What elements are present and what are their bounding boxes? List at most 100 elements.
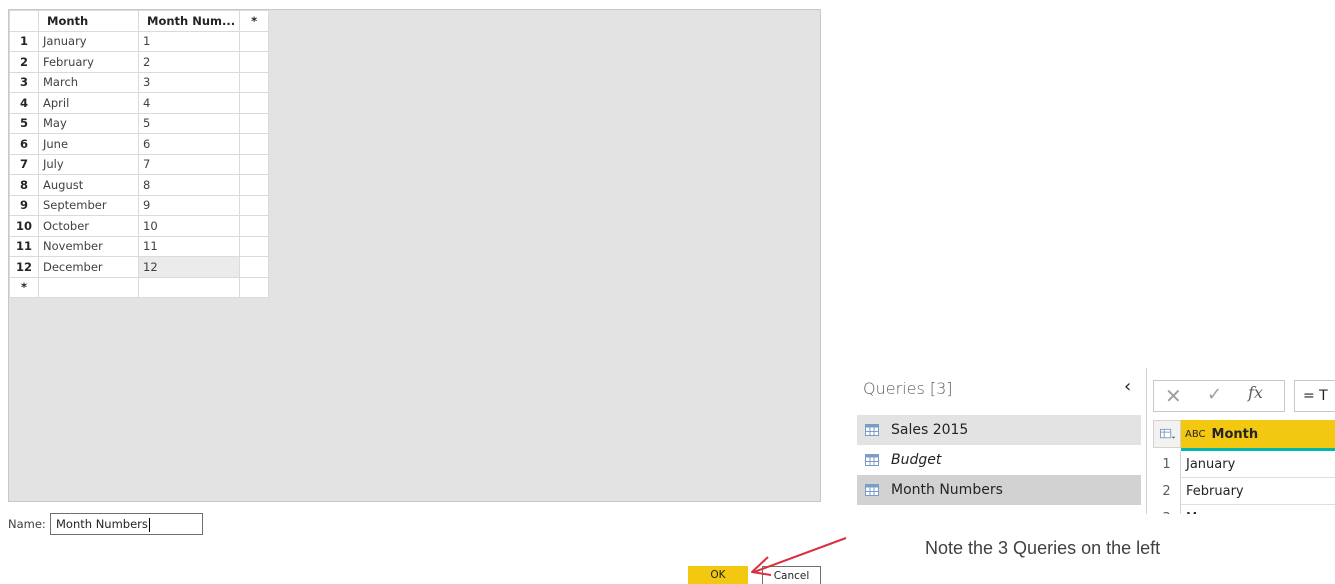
row-number[interactable]: 6 <box>9 133 39 155</box>
table-menu-icon <box>1160 428 1176 439</box>
queries-pane-title: Queries [3] <box>863 379 953 398</box>
column-header-label: Month <box>1211 426 1259 442</box>
table-cell[interactable]: January <box>1181 451 1335 478</box>
query-item-sales-2015[interactable]: Sales 2015 <box>857 415 1141 445</box>
text-type-icon[interactable]: ABC <box>1185 429 1206 440</box>
column-header-month-number[interactable]: Month Num... <box>137 10 241 32</box>
month-number-cell[interactable]: 10 <box>137 215 241 237</box>
month-cell[interactable]: January <box>38 30 139 52</box>
table-icon <box>865 424 879 436</box>
month-cell[interactable]: March <box>38 71 139 93</box>
table-menu-corner[interactable] <box>1153 420 1181 448</box>
corner-cell[interactable] <box>9 10 39 32</box>
power-query-inset: Queries [3] ‹ Sales 2015 Budget Month Nu… <box>857 368 1335 514</box>
empty-cell[interactable] <box>239 71 270 93</box>
name-label: Name: <box>8 517 46 531</box>
table-row: 3 March 3 <box>9 71 270 93</box>
formula-commit-icon[interactable]: ✓ <box>1207 384 1222 405</box>
new-row-marker[interactable]: * <box>9 276 39 298</box>
empty-cell[interactable] <box>239 194 270 216</box>
table-row: 7 July 7 <box>9 153 270 175</box>
table-icon <box>865 454 879 466</box>
month-number-cell[interactable]: 6 <box>137 133 241 155</box>
empty-cell[interactable] <box>239 153 270 175</box>
table-row: 1 January 1 <box>9 30 270 52</box>
month-number-cell[interactable]: 9 <box>137 194 241 216</box>
name-input-value: Month Numbers <box>56 517 148 531</box>
table-row: 10 October 10 <box>9 215 270 237</box>
table-row: 11 November 11 <box>9 235 270 257</box>
row-number: 2 <box>1153 478 1181 505</box>
empty-cell[interactable] <box>239 174 270 196</box>
empty-cell[interactable] <box>239 30 270 52</box>
query-item-month-numbers[interactable]: Month Numbers <box>857 475 1141 505</box>
new-row: * <box>9 276 270 298</box>
row-number[interactable]: 1 <box>9 30 39 52</box>
month-number-cell[interactable]: 12 <box>137 256 241 278</box>
empty-cell[interactable] <box>239 276 270 298</box>
month-cell[interactable]: September <box>38 194 139 216</box>
empty-cell[interactable] <box>239 215 270 237</box>
table-row: 12 December 12 <box>9 256 270 278</box>
table-row: 6 June 6 <box>9 133 270 155</box>
row-number[interactable]: 8 <box>9 174 39 196</box>
empty-cell[interactable] <box>239 256 270 278</box>
formula-cancel-icon[interactable]: ✕ <box>1165 384 1182 408</box>
month-cell[interactable]: December <box>38 256 139 278</box>
row-number[interactable]: 9 <box>9 194 39 216</box>
empty-cell[interactable] <box>239 51 270 73</box>
row-number[interactable]: 3 <box>9 71 39 93</box>
empty-cell[interactable] <box>239 133 270 155</box>
row-number[interactable]: 10 <box>9 215 39 237</box>
month-number-cell[interactable]: 8 <box>137 174 241 196</box>
month-number-cell[interactable]: 3 <box>137 71 241 93</box>
row-number[interactable]: 5 <box>9 112 39 134</box>
month-cell[interactable]: June <box>38 133 139 155</box>
month-number-cell[interactable]: 1 <box>137 30 241 52</box>
collapse-pane-chevron-icon[interactable]: ‹ <box>1124 376 1131 397</box>
name-input[interactable]: Month Numbers <box>50 513 203 535</box>
table-row: 5 May 5 <box>9 112 270 134</box>
table-row: 4 April 4 <box>9 92 270 114</box>
row-number: 1 <box>1153 451 1181 478</box>
column-header-month[interactable]: Month <box>38 10 139 32</box>
query-item-label: Month Numbers <box>891 482 1003 498</box>
month-cell[interactable]: April <box>38 92 139 114</box>
query-item-budget[interactable]: Budget <box>857 445 1141 475</box>
row-number: 3 <box>1153 505 1181 514</box>
row-number[interactable]: 2 <box>9 51 39 73</box>
row-number[interactable]: 7 <box>9 153 39 175</box>
month-number-cell[interactable]: 4 <box>137 92 241 114</box>
empty-cell[interactable] <box>239 112 270 134</box>
column-header-month-pq[interactable]: ABC Month <box>1181 420 1335 448</box>
table-header-row: Month Month Num... * <box>9 10 270 32</box>
data-entry-grid-panel: Month Month Num... * 1 January 1 2 February 2… <box>8 9 821 502</box>
empty-cell[interactable] <box>239 92 270 114</box>
table-icon <box>865 484 879 496</box>
month-cell[interactable]: February <box>38 51 139 73</box>
data-entry-table: Month Month Num... * 1 January 1 2 February 2… <box>9 10 270 298</box>
month-number-cell[interactable]: 11 <box>137 235 241 257</box>
empty-cell[interactable] <box>38 276 139 298</box>
month-cell[interactable]: November <box>38 235 139 257</box>
month-number-cell[interactable]: 2 <box>137 51 241 73</box>
table-cell[interactable]: February <box>1181 478 1335 505</box>
month-cell[interactable]: October <box>38 215 139 237</box>
table-row: 2 February 2 <box>9 51 270 73</box>
ok-button[interactable]: OK <box>688 566 748 584</box>
row-number[interactable]: 12 <box>9 256 39 278</box>
empty-cell[interactable] <box>239 235 270 257</box>
month-number-cell[interactable]: 5 <box>137 112 241 134</box>
month-cell[interactable]: July <box>38 153 139 175</box>
add-column-header[interactable]: * <box>239 10 270 32</box>
month-cell[interactable]: August <box>38 174 139 196</box>
row-number[interactable]: 11 <box>9 235 39 257</box>
month-number-cell[interactable]: 7 <box>137 153 241 175</box>
table-cell[interactable]: Marc <box>1181 505 1335 514</box>
query-item-label: Sales 2015 <box>891 422 969 438</box>
row-number[interactable]: 4 <box>9 92 39 114</box>
fx-icon[interactable]: fx <box>1248 383 1263 402</box>
month-cell[interactable]: May <box>38 112 139 134</box>
empty-cell[interactable] <box>137 276 241 298</box>
formula-bar-input[interactable]: = T <box>1294 380 1335 412</box>
